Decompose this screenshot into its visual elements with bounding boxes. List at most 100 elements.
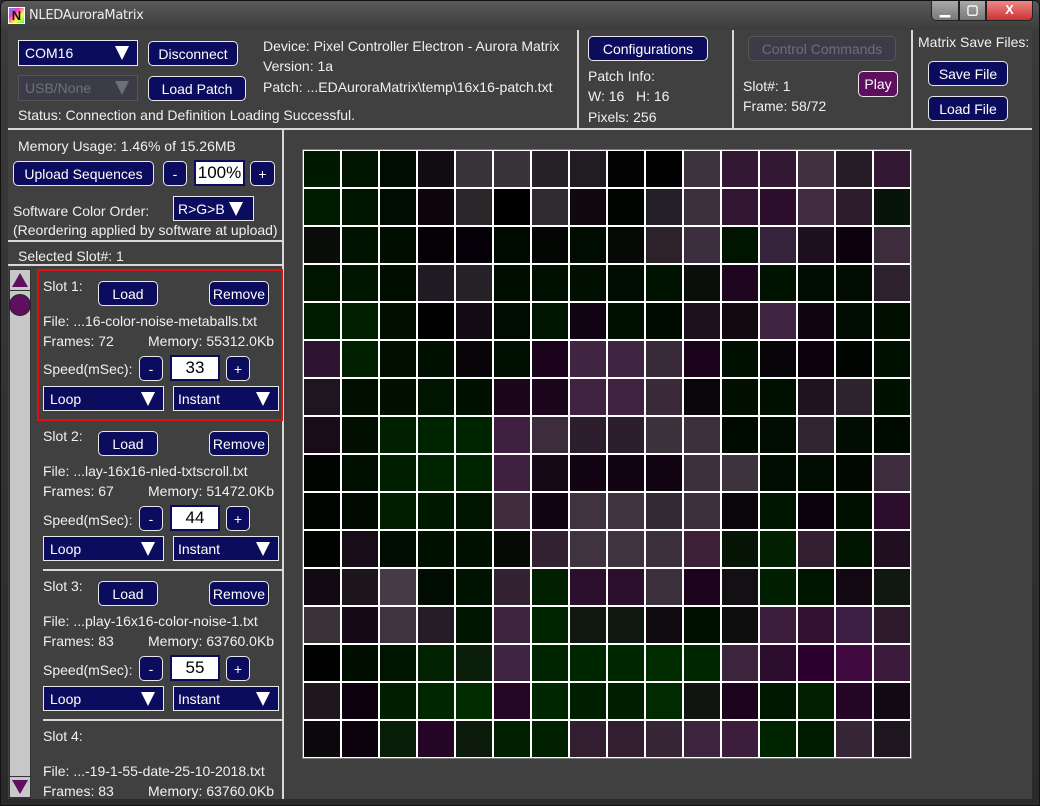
slot-load-button[interactable]: Load: [98, 431, 158, 456]
matrix-pixel[interactable]: [342, 493, 378, 529]
matrix-pixel[interactable]: [342, 531, 378, 567]
matrix-pixel[interactable]: [532, 379, 568, 415]
matrix-pixel[interactable]: [570, 683, 606, 719]
matrix-pixel[interactable]: [836, 379, 872, 415]
matrix-pixel[interactable]: [798, 531, 834, 567]
matrix-pixel[interactable]: [798, 379, 834, 415]
matrix-pixel[interactable]: [608, 455, 644, 491]
matrix-pixel[interactable]: [760, 417, 796, 453]
load-file-button[interactable]: Load File: [928, 96, 1008, 121]
matrix-pixel[interactable]: [532, 227, 568, 263]
matrix-pixel[interactable]: [304, 455, 340, 491]
matrix-pixel[interactable]: [874, 265, 910, 301]
matrix-pixel[interactable]: [380, 531, 416, 567]
matrix-pixel[interactable]: [646, 341, 682, 377]
matrix-pixel[interactable]: [304, 417, 340, 453]
matrix-pixel[interactable]: [722, 341, 758, 377]
scroll-thumb[interactable]: [9, 294, 31, 316]
matrix-pixel[interactable]: [646, 151, 682, 187]
slot-speed-decrease-button[interactable]: -: [139, 506, 163, 531]
matrix-pixel[interactable]: [570, 645, 606, 681]
matrix-pixel[interactable]: [760, 227, 796, 263]
matrix-pixel[interactable]: [760, 265, 796, 301]
matrix-pixel[interactable]: [722, 417, 758, 453]
matrix-pixel[interactable]: [874, 341, 910, 377]
matrix-pixel[interactable]: [646, 645, 682, 681]
matrix-pixel[interactable]: [570, 227, 606, 263]
matrix-pixel[interactable]: [570, 569, 606, 605]
matrix-pixel[interactable]: [608, 683, 644, 719]
matrix-pixel[interactable]: [722, 189, 758, 225]
matrix-pixel[interactable]: [494, 455, 530, 491]
matrix-pixel[interactable]: [494, 607, 530, 643]
matrix-pixel[interactable]: [456, 721, 492, 757]
matrix-pixel[interactable]: [836, 341, 872, 377]
slot-speed-input[interactable]: 33: [170, 355, 220, 381]
matrix-pixel[interactable]: [874, 455, 910, 491]
matrix-pixel[interactable]: [418, 227, 454, 263]
matrix-pixel[interactable]: [304, 151, 340, 187]
matrix-pixel[interactable]: [646, 303, 682, 339]
matrix-pixel[interactable]: [532, 531, 568, 567]
slot-scrollbar[interactable]: [9, 269, 31, 799]
matrix-pixel[interactable]: [304, 531, 340, 567]
slot-speed-increase-button[interactable]: +: [226, 506, 250, 531]
matrix-pixel[interactable]: [342, 227, 378, 263]
matrix-pixel[interactable]: [836, 455, 872, 491]
matrix-pixel[interactable]: [456, 303, 492, 339]
matrix-pixel[interactable]: [570, 379, 606, 415]
slot-mode-select[interactable]: Loop: [43, 686, 164, 711]
matrix-pixel[interactable]: [874, 607, 910, 643]
brightness-increase-button[interactable]: +: [250, 161, 275, 186]
matrix-pixel[interactable]: [836, 607, 872, 643]
matrix-pixel[interactable]: [684, 417, 720, 453]
matrix-pixel[interactable]: [418, 531, 454, 567]
matrix-pixel[interactable]: [646, 569, 682, 605]
matrix-pixel[interactable]: [722, 683, 758, 719]
matrix-pixel[interactable]: [722, 303, 758, 339]
matrix-pixel[interactable]: [684, 645, 720, 681]
matrix-pixel[interactable]: [836, 265, 872, 301]
load-patch-button[interactable]: Load Patch: [148, 76, 246, 101]
matrix-pixel[interactable]: [874, 417, 910, 453]
matrix-pixel[interactable]: [722, 151, 758, 187]
matrix-pixel[interactable]: [874, 151, 910, 187]
slot-speed-increase-button[interactable]: +: [226, 356, 250, 381]
slot-remove-button[interactable]: Remove: [209, 281, 269, 306]
matrix-pixel[interactable]: [684, 341, 720, 377]
matrix-pixel[interactable]: [342, 417, 378, 453]
matrix-pixel[interactable]: [722, 569, 758, 605]
matrix-pixel[interactable]: [380, 683, 416, 719]
matrix-pixel[interactable]: [760, 531, 796, 567]
matrix-pixel[interactable]: [722, 455, 758, 491]
matrix-pixel[interactable]: [456, 531, 492, 567]
scroll-up-arrow-icon[interactable]: [9, 269, 31, 291]
matrix-pixel[interactable]: [760, 455, 796, 491]
matrix-pixel[interactable]: [684, 607, 720, 643]
matrix-pixel[interactable]: [456, 189, 492, 225]
matrix-pixel[interactable]: [684, 455, 720, 491]
matrix-pixel[interactable]: [380, 151, 416, 187]
matrix-pixel[interactable]: [532, 455, 568, 491]
matrix-pixel[interactable]: [418, 455, 454, 491]
brightness-input[interactable]: 100%: [194, 160, 245, 186]
matrix-pixel[interactable]: [722, 721, 758, 757]
matrix-pixel[interactable]: [304, 227, 340, 263]
matrix-pixel[interactable]: [836, 417, 872, 453]
control-commands-button[interactable]: Control Commands: [748, 36, 896, 61]
matrix-pixel[interactable]: [798, 607, 834, 643]
matrix-pixel[interactable]: [304, 189, 340, 225]
matrix-pixel[interactable]: [380, 265, 416, 301]
matrix-pixel[interactable]: [646, 455, 682, 491]
matrix-pixel[interactable]: [646, 417, 682, 453]
matrix-pixel[interactable]: [380, 303, 416, 339]
matrix-pixel[interactable]: [494, 569, 530, 605]
matrix-pixel[interactable]: [532, 341, 568, 377]
matrix-pixel[interactable]: [494, 531, 530, 567]
matrix-pixel[interactable]: [646, 683, 682, 719]
slot-speed-increase-button[interactable]: +: [226, 656, 250, 681]
matrix-pixel[interactable]: [798, 341, 834, 377]
matrix-pixel[interactable]: [836, 189, 872, 225]
slot-load-button[interactable]: Load: [98, 281, 158, 306]
matrix-pixel[interactable]: [304, 607, 340, 643]
